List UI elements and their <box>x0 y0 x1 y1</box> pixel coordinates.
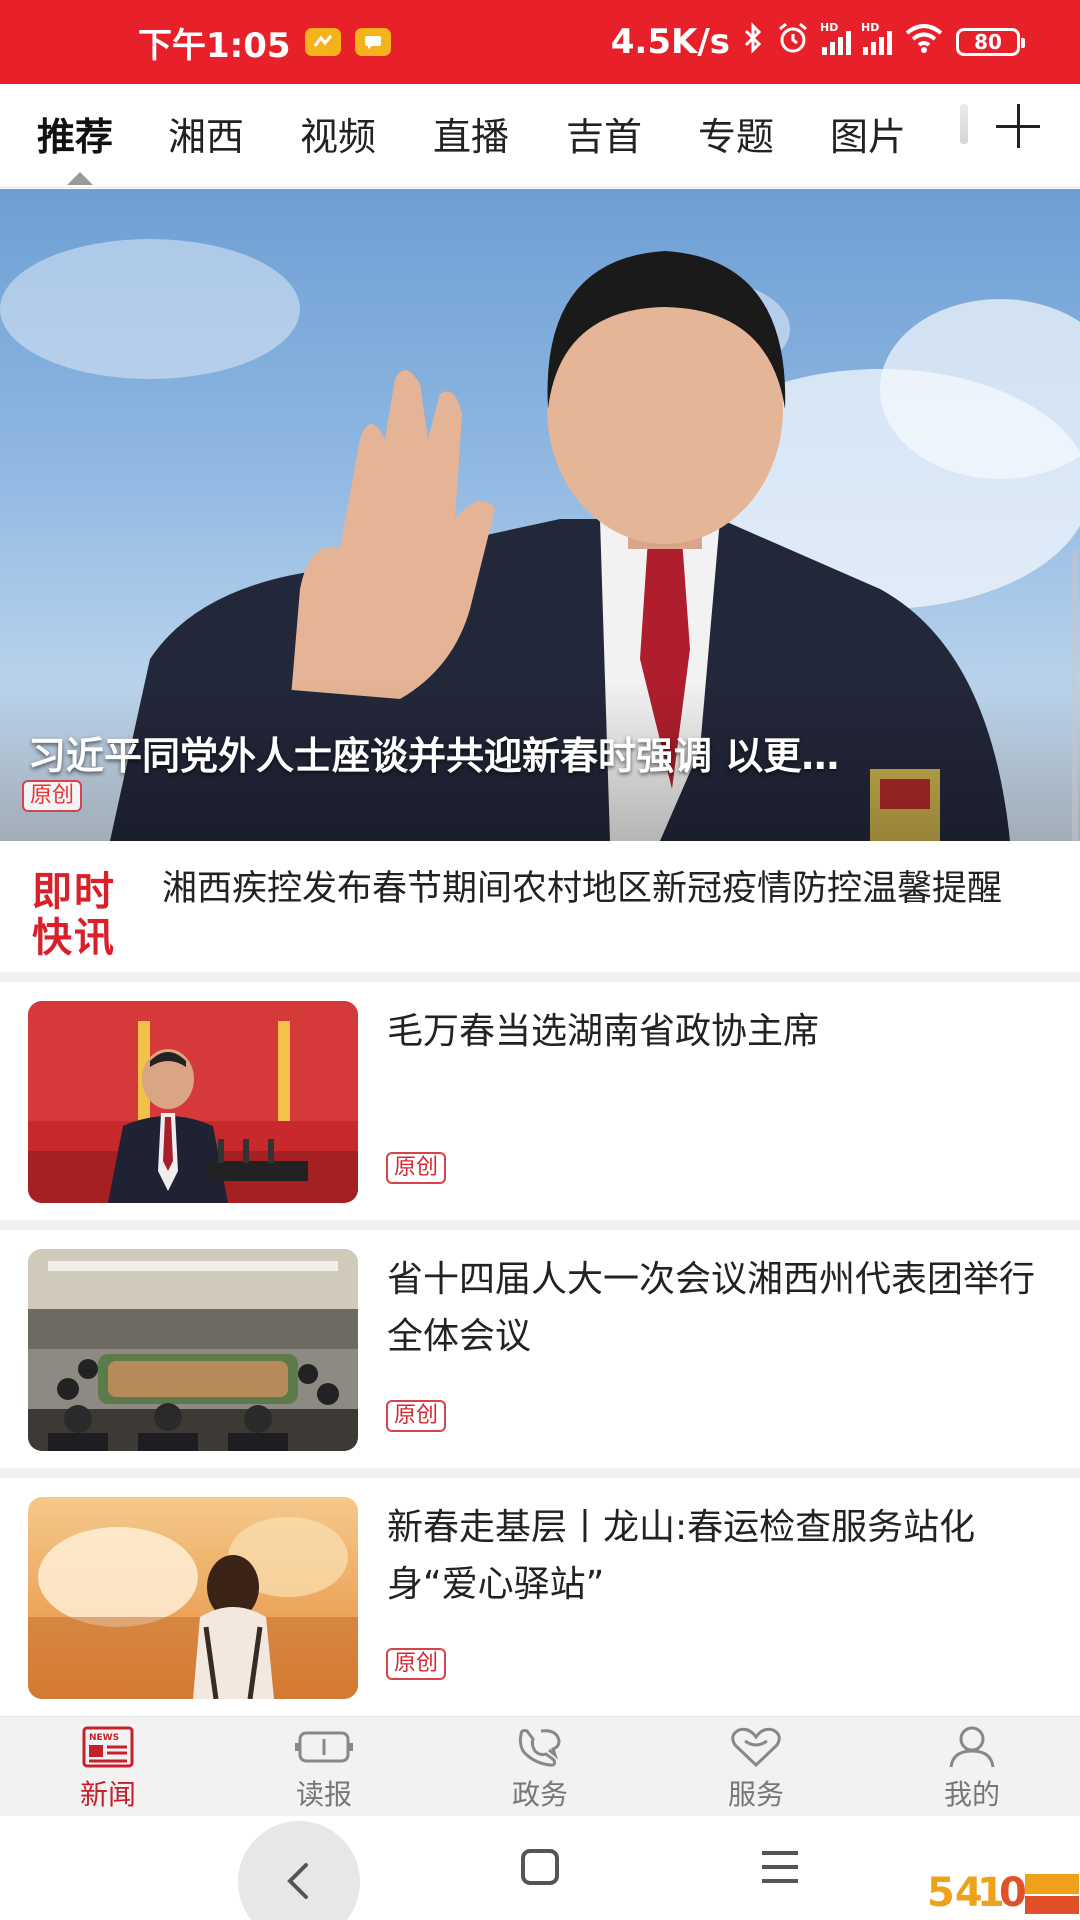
news-title: 省十四届人大一次会议湘西州代表团举行全体会议 <box>387 1259 1036 1357</box>
tab-jishou[interactable]: 吉首 <box>566 106 642 161</box>
divider <box>0 1468 1080 1478</box>
newspaper-icon: NEWS <box>82 1726 134 1768</box>
active-tab-indicator <box>67 172 93 185</box>
bottom-navigation: NEWS 新闻 读报 政务 服务 我的 <box>0 1716 1080 1816</box>
back-icon <box>287 1863 308 1899</box>
nav-read-paper[interactable]: 读报 <box>216 1717 432 1816</box>
notification-app-icon <box>304 28 341 56</box>
tab-live[interactable]: 直播 <box>433 106 509 161</box>
flash-news-logo: 即时 快讯 <box>32 869 144 961</box>
home-icon <box>521 1849 559 1885</box>
news-item[interactable]: 毛万春当选湖南省政协主席 原创 <box>0 983 1080 1213</box>
tab-recommend[interactable]: 推荐 <box>37 106 113 161</box>
nav-news[interactable]: NEWS 新闻 <box>0 1717 216 1816</box>
nav-label: 新闻 <box>79 1778 136 1811</box>
original-badge: 原创 <box>386 1152 447 1184</box>
status-time: 下午1:05 <box>138 25 291 66</box>
add-channel-plus-icon[interactable] <box>996 104 1040 148</box>
tab-xiangxi[interactable]: 湘西 <box>168 106 244 161</box>
alarm-icon <box>776 22 810 63</box>
site-watermark-logo: 54 1 0 <box>925 1866 1080 1920</box>
flash-logo-line1: 即时 <box>32 869 116 915</box>
system-back-button[interactable] <box>238 1821 360 1920</box>
divider <box>0 1220 1080 1230</box>
flash-news[interactable]: 即时 快讯 湘西疾控发布春节期间农村地区新冠疫情防控温馨提醒 <box>0 849 1080 972</box>
message-icon <box>354 28 391 56</box>
nav-government[interactable]: 政务 <box>432 1717 648 1816</box>
menu-icon <box>762 1851 798 1883</box>
system-navigation-bar <box>0 1817 1080 1920</box>
nav-services[interactable]: 服务 <box>648 1717 864 1816</box>
signal-icon-sim2: HD <box>861 21 892 55</box>
flash-logo-line2: 快讯 <box>32 915 116 961</box>
news-title: 新春走基层丨龙山:春运检查服务站化身“爱心驿站” <box>387 1507 976 1605</box>
hero-scroll-hint <box>1072 549 1078 841</box>
hero-carousel[interactable]: 习近平同党外人士座谈并共迎新春时强调 以更… 原创 <box>0 189 1080 841</box>
svg-text:0: 0 <box>999 1870 1027 1916</box>
tab-video[interactable]: 视频 <box>300 106 376 161</box>
person-icon <box>949 1726 995 1768</box>
news-thumbnail <box>28 1001 358 1203</box>
original-badge: 原创 <box>22 780 83 812</box>
heart-icon <box>731 1727 781 1768</box>
original-badge: 原创 <box>386 1648 447 1680</box>
nav-label: 我的 <box>943 1778 1000 1811</box>
svg-text:NEWS: NEWS <box>89 1733 119 1743</box>
news-title: 毛万春当选湖南省政协主席 <box>387 1011 820 1052</box>
system-home-button[interactable] <box>480 1817 600 1920</box>
phone-chat-icon <box>518 1729 561 1767</box>
tab-pictures[interactable]: 图片 <box>830 106 906 161</box>
original-badge: 原创 <box>386 1400 447 1432</box>
network-speed: 4.5K/s <box>610 22 730 62</box>
svg-text:54: 54 <box>927 1870 983 1916</box>
tab-topics[interactable]: 专题 <box>698 106 774 161</box>
nav-label: 读报 <box>295 1778 352 1811</box>
bluetooth-icon <box>742 21 764 63</box>
app-screen: { "status_bar": { "time": "下午1:05", "net… <box>0 0 1080 1920</box>
system-menu-button[interactable] <box>720 1817 840 1920</box>
nav-label: 政务 <box>511 1778 568 1811</box>
hero-title: 习近平同党外人士座谈并共迎新春时强调 以更… <box>28 734 840 778</box>
battery-indicator: 80 <box>956 28 1025 56</box>
news-item[interactable]: 省十四届人大一次会议湘西州代表团举行全体会议 原创 <box>0 1231 1080 1461</box>
nav-label: 服务 <box>727 1778 784 1811</box>
status-bar: 下午1:05 4.5K/s HD HD 80 <box>0 0 1080 84</box>
tab-overflow-hint <box>960 104 968 144</box>
nav-profile[interactable]: 我的 <box>864 1717 1080 1816</box>
divider <box>0 972 1080 982</box>
paper-reader-icon <box>295 1731 353 1763</box>
news-thumbnail <box>28 1497 358 1699</box>
news-item[interactable]: 新春走基层丨龙山:春运检查服务站化身“爱心驿站” 原创 <box>0 1479 1080 1709</box>
news-thumbnail <box>28 1249 358 1451</box>
signal-icon-sim1: HD <box>820 21 851 55</box>
wifi-icon <box>904 22 944 62</box>
flash-news-text: 湘西疾控发布春节期间农村地区新冠疫情防控温馨提醒 <box>162 869 1003 909</box>
channel-tab-bar: 推荐 湘西 视频 直播 吉首 专题 图片 <box>0 84 1080 188</box>
